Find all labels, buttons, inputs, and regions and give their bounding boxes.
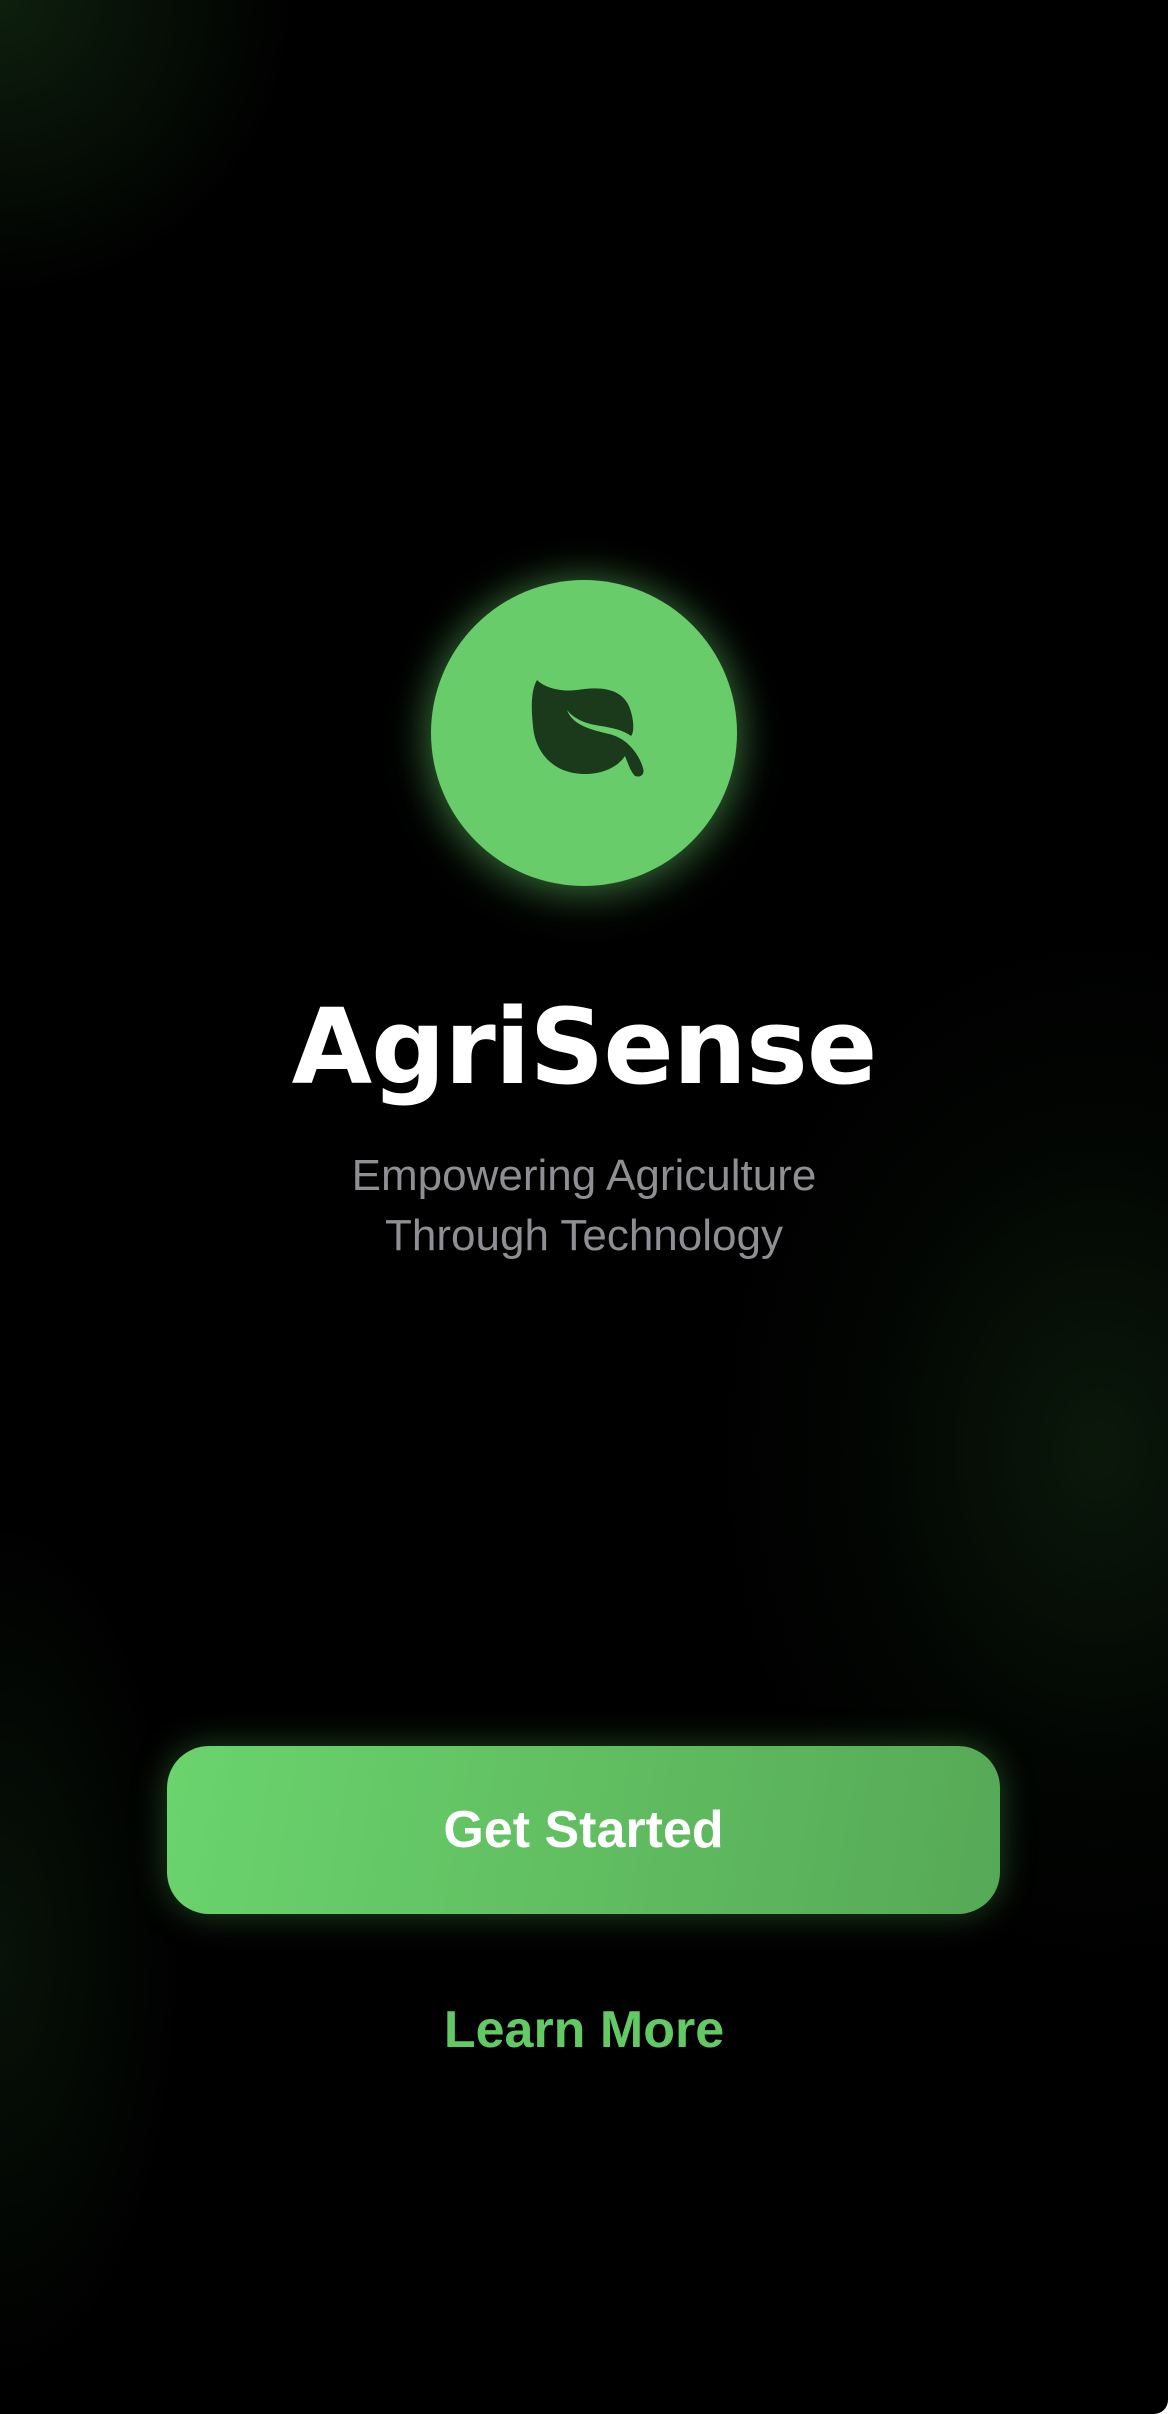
tagline-line-1: Empowering Agriculture — [351, 1151, 817, 1200]
welcome-screen: AgriSense Empowering Agriculture Through… — [0, 0, 1168, 2414]
app-logo — [431, 580, 737, 886]
tagline: Empowering Agriculture Through Technolog… — [0, 1146, 1168, 1266]
tagline-line-2: Through Technology — [385, 1211, 783, 1260]
app-title: AgriSense — [291, 986, 878, 1108]
get-started-button[interactable]: Get Started — [167, 1746, 1000, 1914]
learn-more-link[interactable]: Learn More — [384, 1990, 784, 2070]
leaf-icon — [531, 680, 644, 777]
